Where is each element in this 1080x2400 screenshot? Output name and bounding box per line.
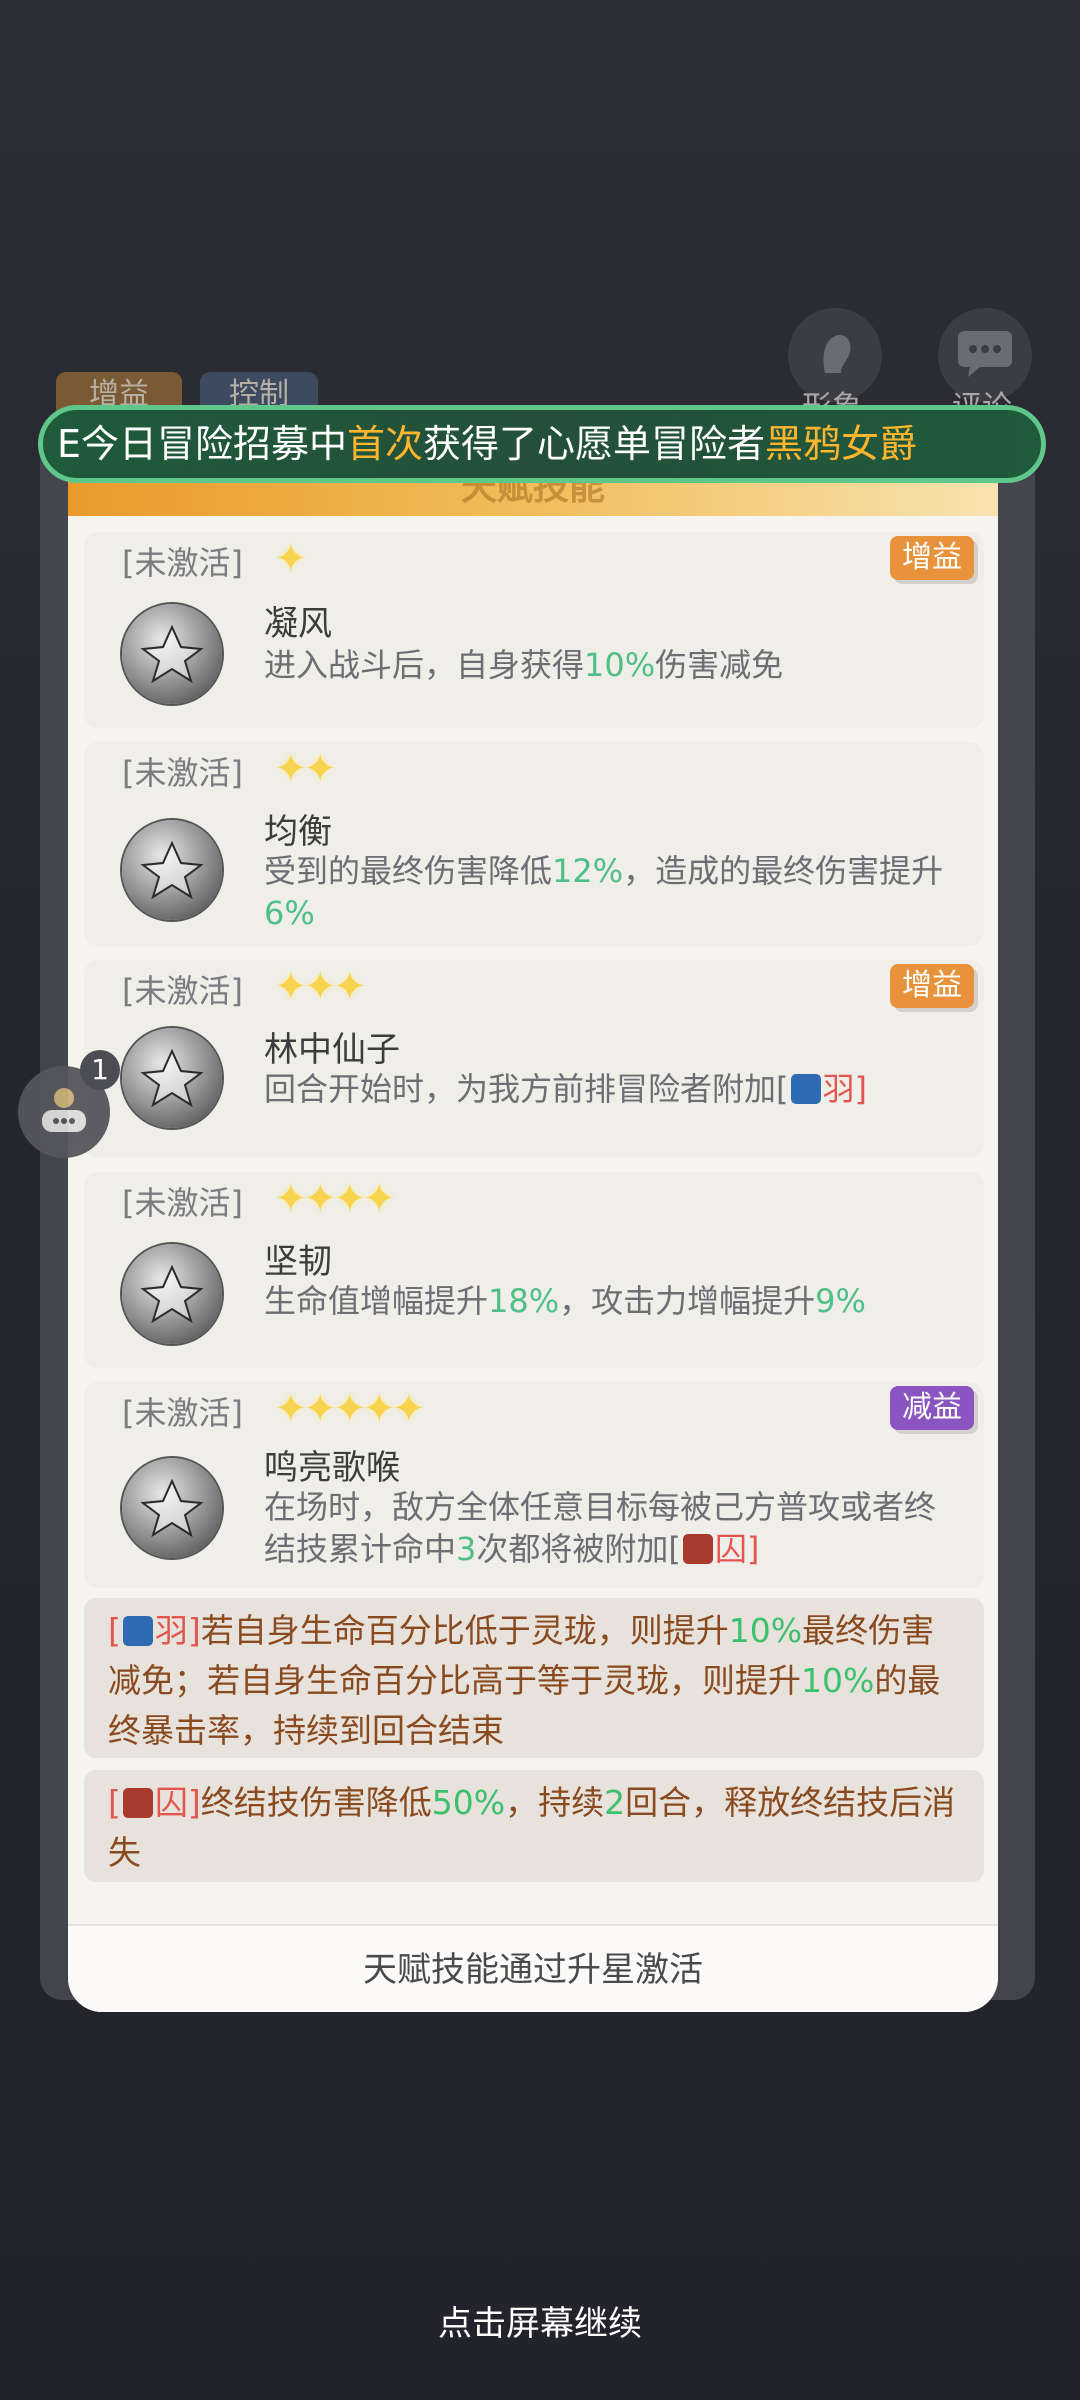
text-segment: 受到的最终伤害降低 [264, 852, 553, 890]
talent-description: 生命值增幅提升18%，攻击力增幅提升9% [264, 1280, 966, 1322]
talent-emblem-icon [122, 1458, 222, 1558]
banner-highlight-hero: 黑鸦女爵 [765, 422, 918, 466]
talent-card[interactable]: [未激活] ✦ 增益凝风 进入战斗后，自身获得10%伤害减免 [84, 532, 984, 728]
talent-description: 在场时，敌方全体任意目标每被己方普攻或者终结技累计命中3次都将被附加[囚] [264, 1486, 966, 1570]
feather-effect-note: [羽]若自身生命百分比低于灵珑，则提升10%最终伤害减免；若自身生命百分比高于等… [84, 1598, 984, 1758]
talent-emblem-icon [122, 820, 222, 920]
talent-description: 回合开始时，为我方前排冒险者附加[ 羽] [264, 1068, 966, 1110]
talent-name: 鸣亮歌喉 [264, 1448, 400, 1488]
talent-status: [未激活] [122, 1394, 243, 1432]
prison-effect-note: [囚]终结技伤害降低50%，持续2回合，释放终结技后消失 [84, 1770, 984, 1882]
text-segment: 若自身生命百分比低于灵珑，则提升 [200, 1611, 729, 1650]
text-segment: ，造成的最终伤害提升 [623, 852, 944, 890]
talent-status: [未激活] [122, 544, 243, 582]
text-segment: [ [776, 1070, 789, 1108]
talent-name: 坚韧 [264, 1242, 332, 1282]
talent-card[interactable]: [未激活] ✦✦✦ 增益林中仙子 回合开始时，为我方前排冒险者附加[ 羽] [84, 960, 984, 1158]
text-segment: 伤害减免 [655, 646, 784, 684]
talent-card[interactable]: [未激活] ✦✦✦✦ 坚韧 生命值增幅提升18%，攻击力增幅提升9% [84, 1172, 984, 1368]
talent-name: 凝风 [264, 604, 332, 644]
feather-status-icon [790, 1074, 821, 1104]
talent-status: [未激活] [122, 754, 243, 792]
debuff-tag: 减益 [890, 1386, 974, 1430]
chat-bubble-icon [954, 325, 1016, 385]
banner-prefix: E今日冒险招募中 [57, 422, 348, 466]
talent-emblem-icon [122, 604, 222, 704]
talent-card[interactable]: [未激活] ✦✦✦✦✦ 减益 鸣亮歌喉 在场时，敌方全体任意目标每被己方普攻或者终结技累… [84, 1382, 984, 1588]
talent-dialog: 天赋技能 [未激活] ✦ 增益 凝风 进入战斗后，自身获得10%伤害减免 [未激活] ✦✦ 均… [68, 460, 998, 2012]
feather-status-icon [122, 1616, 153, 1646]
text-segment: 进入战斗后，自身获得 [264, 646, 585, 684]
talent-list[interactable]: [未激活] ✦ 增益 凝风 进入战斗后，自身获得10%伤害减免 [未激活] ✦✦ 均衡 受到的最… [84, 532, 984, 1962]
text-segment: 羽] [154, 1611, 201, 1650]
text-segment: 10% [801, 1661, 875, 1700]
talent-card[interactable]: [未激活] ✦✦ 均衡 受到的最终伤害降低12%，造成的最终伤害提升 6% [84, 742, 984, 946]
effect-note-text: [囚]终结技伤害降低50%，持续2回合，释放终结技后消失 [108, 1778, 964, 1878]
banner-middle: 获得了心愿单冒险者 [423, 422, 766, 466]
text-segment: 生命值增幅提升 [264, 1282, 489, 1320]
star-rating-icon: ✦✦✦ [274, 964, 367, 1010]
dialog-footer: 天赋技能通过升星激活 [68, 1924, 998, 2012]
text-segment: 6% [264, 894, 315, 932]
text-segment: 10% [728, 1611, 803, 1650]
talent-status: [未激活] [122, 972, 243, 1010]
star-rating-icon: ✦✦ [274, 746, 337, 792]
text-segment: 羽] [822, 1070, 868, 1108]
talent-description: 受到的最终伤害降低12%，造成的最终伤害提升 6% [264, 850, 966, 934]
star-rating-icon: ✦✦✦✦ [274, 1176, 396, 1222]
text-segment: [ [668, 1530, 681, 1568]
talent-emblem-icon [122, 1244, 222, 1344]
talent-name: 均衡 [264, 812, 332, 852]
text-segment: 12% [552, 852, 624, 890]
text-segment: 囚] [714, 1530, 760, 1568]
talent-name: 林中仙子 [264, 1030, 400, 1070]
text-segment: 囚] [154, 1783, 201, 1822]
banner-text: E今日冒险招募中首次获得了心愿单冒险者黑鸦女爵 [57, 410, 917, 478]
talent-status: [未激活] [122, 1184, 243, 1222]
effect-note-text: [羽]若自身生命百分比低于灵珑，则提升10%最终伤害减免；若自身生命百分比高于等… [108, 1606, 964, 1756]
talent-description: 进入战斗后，自身获得10%伤害减免 [264, 644, 966, 686]
text-segment: 50% [431, 1783, 506, 1822]
text-segment: 3 [456, 1530, 477, 1568]
text-segment: 9% [815, 1282, 866, 1320]
text-segment: 次都将被附加 [476, 1530, 669, 1568]
prison-status-icon [682, 1534, 713, 1564]
text-segment: 2 [604, 1783, 626, 1822]
footer-hint: 天赋技能通过升星激活 [363, 1950, 703, 1990]
prison-status-icon [122, 1788, 153, 1818]
text-segment: 回合开始时，为我方前排冒险者附加 [264, 1070, 777, 1108]
text-segment: [ [108, 1611, 121, 1650]
star-rating-icon: ✦ [274, 536, 307, 582]
notification-badge: 1 [80, 1050, 120, 1090]
buff-tag: 增益 [890, 964, 974, 1008]
star-rating-icon: ✦✦✦✦✦ [274, 1386, 426, 1432]
text-segment: ，持续 [505, 1783, 605, 1822]
text-segment: 10% [584, 646, 656, 684]
recruit-announcement-banner: E今日冒险招募中首次获得了心愿单冒险者黑鸦女爵 [38, 405, 1046, 483]
talent-emblem-icon [122, 1028, 222, 1128]
text-segment: 终结技伤害降低 [200, 1783, 432, 1822]
text-segment: 18% [488, 1282, 560, 1320]
tap-to-continue[interactable]: 点击屏幕继续 [0, 2296, 1080, 2345]
assistant-icon [34, 1080, 94, 1144]
text-segment: [ [108, 1783, 121, 1822]
portrait-icon [807, 325, 863, 385]
buff-tag: 增益 [890, 536, 974, 580]
text-segment: ，攻击力增幅提升 [559, 1282, 816, 1320]
banner-highlight-first: 首次 [347, 422, 424, 466]
